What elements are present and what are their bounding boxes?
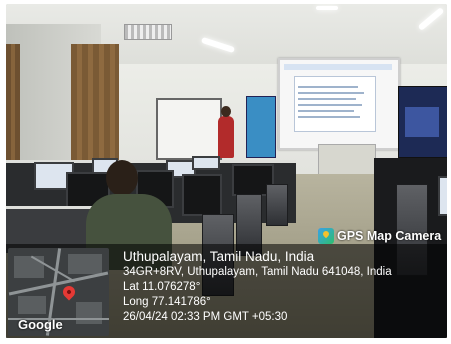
- monitor: [182, 174, 222, 216]
- location-title: Uthupalayam, Tamil Nadu, India: [123, 249, 315, 264]
- location-address: 34GR+8RV, Uthupalayam, Tamil Nadu 641048…: [123, 266, 392, 278]
- ceiling-light: [316, 6, 338, 10]
- gps-map-camera-icon: [318, 228, 334, 244]
- map-thumbnail: Google: [8, 248, 109, 336]
- cpu-cabinet: [266, 184, 288, 226]
- monitor: [438, 176, 447, 216]
- curtain: [71, 44, 119, 162]
- longitude: Long 77.141786°: [123, 296, 211, 308]
- location-info: Uthupalayam, Tamil Nadu, India 34GR+8RV,…: [123, 248, 443, 325]
- curtain: [6, 44, 20, 164]
- app-badge: GPS Map Camera: [318, 226, 445, 246]
- projector-screen: [278, 58, 400, 150]
- standing-person: [218, 106, 234, 158]
- ceiling-vent: [124, 24, 172, 40]
- map-pin-icon: [60, 283, 78, 301]
- wall-poster: [398, 86, 447, 158]
- app-badge-label: GPS Map Camera: [337, 229, 442, 243]
- datetime: 26/04/24 02:33 PM GMT +05:30: [123, 311, 288, 323]
- wall-poster: [246, 96, 276, 158]
- monitor: [192, 156, 220, 170]
- wall-poster: [156, 98, 222, 160]
- google-logo: Google: [18, 317, 63, 332]
- latitude: Lat 11.076278°: [123, 281, 201, 293]
